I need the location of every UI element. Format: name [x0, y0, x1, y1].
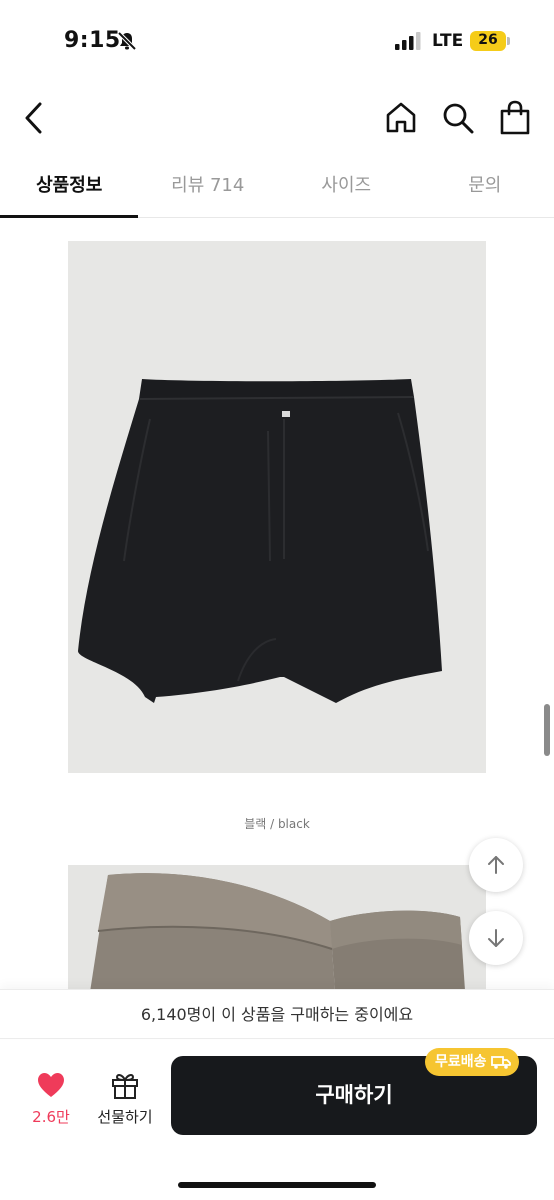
gift-label: 선물하기 — [97, 1108, 153, 1126]
scroll-top-button[interactable] — [469, 838, 523, 892]
like-button[interactable]: 2.6만 — [24, 1072, 78, 1127]
battery-level: 26 — [478, 32, 498, 48]
arrow-up-icon — [488, 856, 504, 874]
product-tabs: 상품정보 리뷰 714 사이즈 문의 — [0, 160, 554, 218]
scroll-bottom-button[interactable] — [469, 911, 523, 965]
home-icon[interactable] — [383, 100, 419, 136]
status-time: 9:15 — [64, 28, 121, 53]
signal-icon — [395, 32, 421, 50]
product-image-black — [68, 241, 486, 773]
arrow-down-icon — [488, 929, 504, 947]
search-icon[interactable] — [440, 100, 476, 136]
tab-size[interactable]: 사이즈 — [277, 160, 416, 217]
truck-icon — [490, 1056, 511, 1069]
chevron-left-icon[interactable] — [18, 98, 50, 138]
bottom-action-bar: 2.6만 선물하기 구매하기 무료배송 — [0, 1040, 554, 1200]
image-caption: 블랙 / black — [244, 817, 310, 831]
free-shipping-badge: 무료배송 — [425, 1048, 519, 1076]
buyers-notice: 6,140명이 이 상품을 구매하는 중이에요 — [0, 989, 554, 1039]
network-type: LTE — [432, 31, 464, 51]
like-count: 2.6만 — [32, 1108, 70, 1126]
home-indicator — [178, 1182, 376, 1188]
heart-icon — [38, 1073, 64, 1097]
tab-inquiry[interactable]: 문의 — [416, 160, 554, 217]
gray-shorts-image — [90, 873, 465, 989]
gift-icon — [112, 1074, 138, 1099]
battery-indicator: 26 — [470, 31, 510, 51]
tab-reviews[interactable]: 리뷰 714 — [139, 160, 278, 217]
bell-slash-icon — [117, 31, 137, 51]
scrollbar-thumb[interactable] — [544, 704, 550, 756]
top-nav-bar — [0, 88, 554, 148]
tab-product-info[interactable]: 상품정보 — [0, 160, 139, 218]
battery-tip — [507, 37, 510, 45]
status-bar: 9:15 LTE 26 — [0, 0, 554, 82]
black-shorts-image — [78, 379, 442, 703]
shopping-bag-icon[interactable] — [497, 99, 533, 137]
product-image-gray — [68, 865, 486, 989]
gift-button[interactable]: 선물하기 — [92, 1070, 158, 1127]
free-shipping-label: 무료배송 — [435, 1054, 487, 1070]
